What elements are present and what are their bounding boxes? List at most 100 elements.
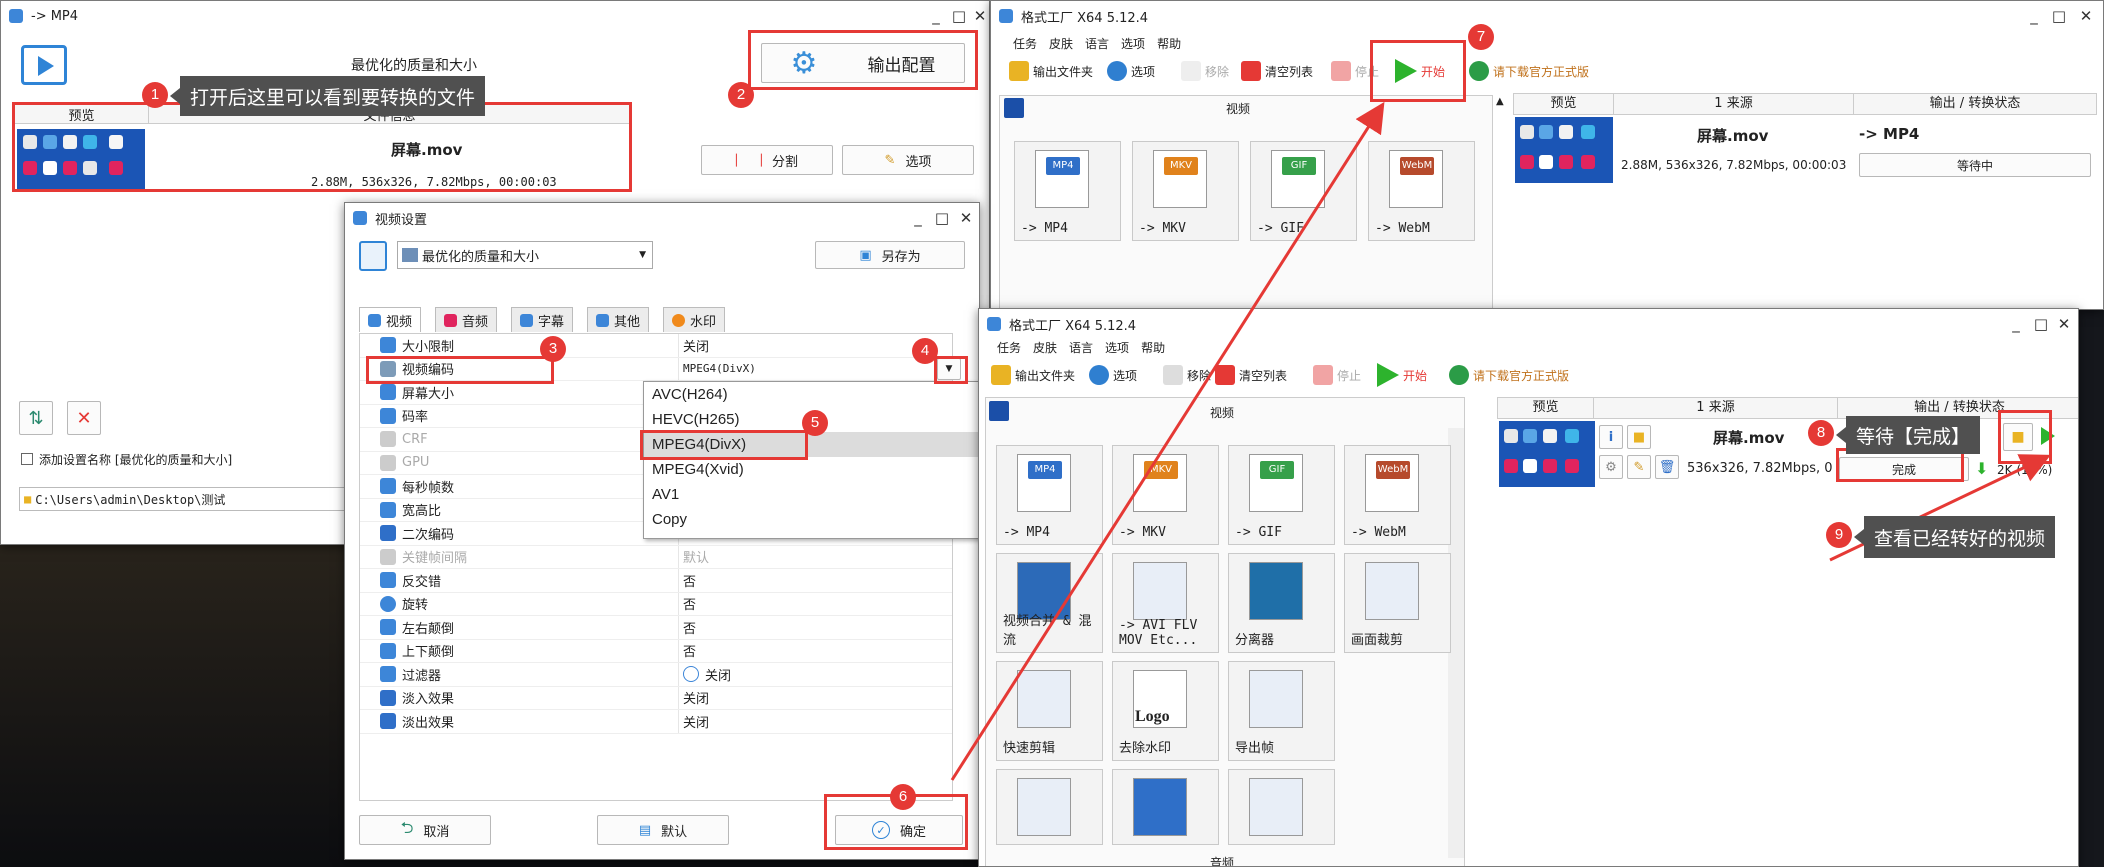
format-tile[interactable]: 画面裁剪 [1344,553,1451,653]
output-path-field[interactable]: ■ C:\Users\admin\Desktop\测试 [19,487,349,511]
row-label: 左右颠倒 [402,621,455,637]
remove-tool[interactable]: 移除 [1181,59,1229,83]
col-status: 输出 / 转换状态 [1929,96,2021,111]
step-badge-2: 2 [728,82,754,108]
row-size-limit[interactable]: 大小限制 关闭 [360,334,952,358]
menu-help[interactable]: 帮助 [1157,37,1181,51]
row-keyframe[interactable]: 关键帧间隔 默认 [360,545,952,569]
format-tile[interactable] [1228,769,1335,845]
close-icon[interactable]: ✕ [2073,1,2099,31]
stop-tool[interactable]: 停止 [1313,363,1361,387]
row-video-codec[interactable]: 视频编码 MPEG4(DivX) [360,357,952,381]
options-button[interactable]: ✎ 选项 [842,145,974,175]
menu-skin[interactable]: 皮肤 [1049,37,1073,51]
output-config-button[interactable]: ⚙ 输出配置 [761,43,965,83]
scroll-up-icon[interactable]: ▲ [1496,96,1504,107]
row-flip-h[interactable]: 左右颠倒 否 [360,616,952,640]
format-tile[interactable]: GIF -> GIF [1228,445,1335,545]
settings-button[interactable]: ⚙ [1599,455,1623,479]
format-tile[interactable]: GIF -> GIF [1250,141,1357,241]
codec-value: MPEG4(DivX) [683,362,756,376]
maximize-icon[interactable]: □ [929,203,955,233]
remove-tool[interactable]: 移除 [1163,363,1211,387]
edit-button[interactable]: ✎ [1627,455,1651,479]
play-icon[interactable] [2041,427,2055,445]
row-rotate[interactable]: 旋转 否 [360,592,952,616]
tab-video[interactable]: 视频 [359,307,422,332]
stop-tool[interactable]: 停止 [1331,59,1379,83]
tab-other[interactable]: 其他 [587,307,650,332]
sort-button[interactable]: ⇅ [19,401,53,435]
format-tile[interactable]: 分离器 [1228,553,1335,653]
options-tool[interactable]: 选项 [1107,59,1155,83]
codec-option-mpeg4-xvid[interactable]: MPEG4(Xvid) [644,457,979,482]
add-name-checkbox[interactable] [21,453,33,465]
format-tile[interactable]: -> AVI FLV MOV Etc... [1112,553,1219,653]
tab-audio[interactable]: 音频 [435,307,498,332]
maximize-icon[interactable]: □ [2046,1,2072,31]
ok-button[interactable]: ✓ 确定 [835,815,963,845]
row-fade-out[interactable]: 淡出效果 关闭 [360,710,952,734]
format-tile[interactable]: WebM -> WebM [1368,141,1475,241]
row-deinterlace[interactable]: 反交错 否 [360,569,952,593]
format-tile[interactable]: 快速剪辑 [996,661,1103,761]
file-thumbnail [1499,421,1595,487]
clear-list-tool[interactable]: 清空列表 [1241,59,1313,83]
row-filter[interactable]: 过滤器 关闭 [360,663,952,687]
close-icon[interactable]: ✕ [2051,309,2077,339]
format-tile[interactable]: 导出帧 [1228,661,1335,761]
info-button[interactable]: i [1599,425,1623,449]
menu-skin[interactable]: 皮肤 [1033,341,1057,355]
minimize-icon[interactable]: _ [2021,1,2047,31]
format-tile[interactable]: 去除水印 Logo [1112,661,1219,761]
menu-options[interactable]: 选项 [1121,37,1145,51]
file-format-icon [1249,670,1303,728]
format-tile[interactable]: MKV -> MKV [1112,445,1219,545]
saveas-button[interactable]: ▣ 另存为 [815,241,965,269]
close-icon[interactable]: ✕ [967,1,989,31]
start-tool[interactable]: 开始 [1377,363,1427,387]
format-tile[interactable] [1112,769,1219,845]
close-icon[interactable]: ✕ [953,203,979,233]
delete-button[interactable]: ✕ [67,401,101,435]
menu-options[interactable]: 选项 [1105,341,1129,355]
row-flip-v[interactable]: 上下颠倒 否 [360,639,952,663]
format-tile[interactable]: 视频合并 & 混流 [996,553,1103,653]
codec-dropdown-button[interactable]: ▼ [937,358,961,380]
format-tile[interactable]: MP4 -> MP4 [1014,141,1121,241]
output-folder-tool[interactable]: 输出文件夹 [1009,59,1093,83]
clear-list-tool[interactable]: 清空列表 [1215,363,1287,387]
default-button[interactable]: ▤ 默认 [597,815,729,845]
row-fade-in[interactable]: 淡入效果 关闭 [360,686,952,710]
download-link[interactable]: 请下载官方正式版 [1469,59,1589,83]
codec-option-copy[interactable]: Copy [644,507,979,532]
format-tile[interactable]: WebM -> WebM [1344,445,1451,545]
minimize-icon[interactable]: _ [2003,309,2029,339]
menu-task[interactable]: 任务 [997,341,1021,355]
trash-button[interactable]: 🗑 [1655,455,1679,479]
menu-task[interactable]: 任务 [1013,37,1037,51]
format-tile[interactable]: MP4 -> MP4 [996,445,1103,545]
download-link[interactable]: 请下载官方正式版 [1449,363,1569,387]
ff1-file-name: 屏幕.mov [1697,127,1769,145]
preset-select[interactable]: 最优化的质量和大小 ▼ [397,241,653,269]
codec-option-avc[interactable]: AVC(H264) [644,382,979,407]
menu-help[interactable]: 帮助 [1141,341,1165,355]
open-output-folder-button[interactable]: ■ [2003,423,2033,451]
menu-language[interactable]: 语言 [1085,37,1109,51]
codec-option-av1[interactable]: AV1 [644,482,979,507]
format-tile[interactable] [996,769,1103,845]
file-format-icon [1017,778,1071,836]
cancel-button[interactable]: ⮌ 取消 [359,815,491,845]
split-button[interactable]: ⎸⎹ 分割 [701,145,833,175]
format-tile[interactable]: MKV -> MKV [1132,141,1239,241]
menu-language[interactable]: 语言 [1069,341,1093,355]
tab-watermark[interactable]: 水印 [663,307,726,332]
tab-subtitle[interactable]: 字幕 [511,307,574,332]
output-folder-tool[interactable]: 输出文件夹 [991,363,1075,387]
open-folder-button[interactable]: ■ [1627,425,1651,449]
options-tool[interactable]: 选项 [1089,363,1137,387]
minimize-icon[interactable]: _ [905,203,931,233]
start-tool[interactable]: 开始 [1395,59,1445,83]
size-limit-icon [380,337,396,354]
